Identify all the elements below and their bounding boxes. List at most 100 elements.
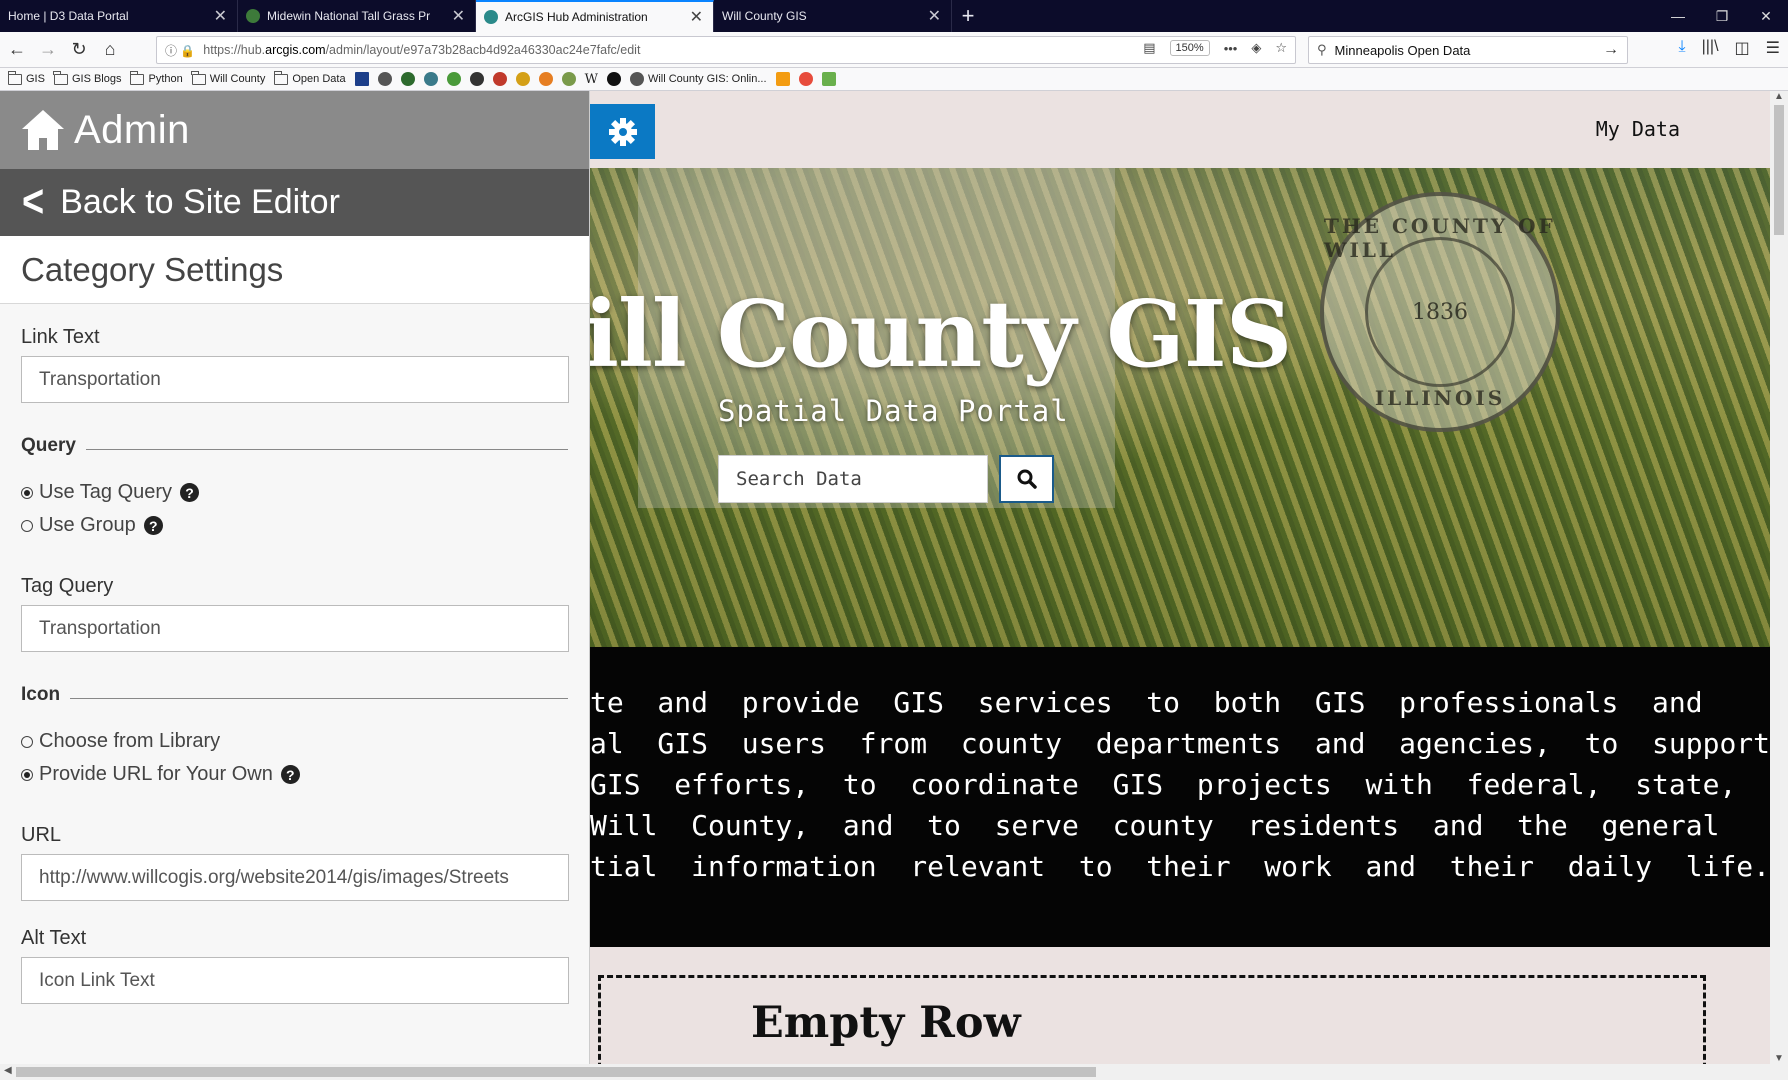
reload-icon[interactable]: ↻ [65,36,93,64]
box-icon[interactable] [775,72,790,86]
site-preview: My Data THE COUNTY OF WILL 1836 ILLINOIS… [590,91,1770,1064]
chevron-left-icon: < [22,176,45,228]
use-group-radio[interactable]: Use Group ? [21,514,568,537]
site-settings-button[interactable] [590,104,655,159]
admin-title: Admin [74,107,190,152]
map-icon[interactable] [423,72,438,86]
folder-icon [53,70,68,85]
forward-icon[interactable]: → [34,36,62,64]
search-bar[interactable]: ⚲ Minneapolis Open Data → [1308,36,1628,64]
radio-selected-icon [21,486,33,499]
scroll-left-icon[interactable]: ◀ [4,1065,12,1076]
use-tag-query-radio[interactable]: Use Tag Query ? [21,481,568,504]
new-tab-button[interactable]: + [952,0,984,32]
search-data-input[interactable]: Search Data [718,455,988,503]
hero-title: ill County GIS [590,280,1292,388]
choose-from-library-radio[interactable]: Choose from Library [21,730,568,753]
admin-side-panel: Admin < Back to Site Editor Category Set… [0,91,590,1064]
tab-title: Midewin National Tall Grass Pr [267,9,431,23]
section-divider [70,697,568,699]
bookmark-folder-gis[interactable]: GIS [7,70,45,85]
globe-icon[interactable] [400,72,415,86]
go-arrow-icon[interactable]: → [1603,41,1619,59]
back-to-site-editor-button[interactable]: < Back to Site Editor [0,169,589,236]
sidebar-icon[interactable]: ◫ [1735,38,1750,58]
window-controls: — ❐ ✕ [1656,0,1788,32]
reader-view-icon[interactable]: ▤ [1143,40,1155,56]
leaf-icon[interactable] [446,72,461,86]
chart-icon[interactable] [821,72,836,86]
minimize-icon[interactable]: — [1656,0,1700,32]
bookmark-folder-gis-blogs[interactable]: GIS Blogs [53,70,121,85]
tab-will-county-gis[interactable]: Will County GIS ✕ [714,0,952,32]
zoom-level[interactable]: 150% [1169,40,1210,56]
close-tab-icon[interactable]: ✕ [928,6,941,26]
horizontal-scrollbar[interactable]: ◀ [0,1064,1788,1080]
help-icon[interactable]: ? [280,765,300,784]
link-text-input[interactable]: Transportation [21,356,569,403]
tab-midewin[interactable]: Midewin National Tall Grass Pr ✕ [238,0,476,32]
tag-query-input[interactable]: Transportation [21,605,569,652]
pin-icon[interactable] [561,72,576,86]
home-icon[interactable]: ⌂ [96,36,124,64]
bookmark-site-icon[interactable] [354,72,369,86]
url-bar[interactable]: ⓘ 🔒 https://hub. arcgis.com/admin/layout/… [156,36,1296,64]
scroll-down-icon[interactable]: ▼ [1774,1053,1784,1064]
globe-icon[interactable] [377,72,392,86]
bookmark-folder-will-county[interactable]: Will County [191,70,265,85]
radio-selected-icon [21,768,33,781]
alt-text-input[interactable]: Icon Link Text [21,957,569,1004]
bookmark-folder-python[interactable]: Python [129,70,183,85]
navigation-bar: ← → ↻ ⌂ ⓘ 🔒 https://hub. arcgis.com/admin… [0,32,1788,68]
close-window-icon[interactable]: ✕ [1744,0,1788,32]
wikipedia-bookmark[interactable]: W [585,72,598,87]
icon-section-heading: Icon [21,684,568,706]
target-icon[interactable] [492,72,507,86]
url-input[interactable]: http://www.willcogis.org/website2014/gis… [21,854,569,901]
category-settings-form: Link Text Transportation Query Use Tag Q… [0,304,589,1004]
search-button[interactable] [999,455,1054,503]
help-icon[interactable]: ? [180,483,200,502]
vertical-scrollbar[interactable]: ▲ ▼ [1770,91,1788,1064]
tab-d3-data-portal[interactable]: Home | D3 Data Portal ✕ [0,0,238,32]
pocket-icon[interactable]: ◈ [1251,40,1261,56]
download-icon[interactable]: ⤓ [1679,38,1686,58]
layers-icon[interactable] [538,72,553,86]
scrollbar-thumb[interactable] [16,1067,1096,1077]
bookmark-will-county-gis-online[interactable]: Will County GIS: Onlin... [629,72,767,86]
section-divider [85,448,568,450]
bird-icon[interactable] [469,72,484,86]
query-section-heading: Query [21,435,568,457]
bookmark-folder-open-data[interactable]: Open Data [273,70,346,85]
url-prefix: https://hub. [203,43,266,57]
my-data-link[interactable]: My Data [1596,117,1680,141]
help-icon[interactable]: ? [143,516,163,535]
site-info-icon[interactable]: ⓘ 🔒 [165,42,195,59]
menu-icon[interactable]: ☰ [1766,38,1780,58]
admin-header[interactable]: Admin [0,91,589,169]
more-actions-icon[interactable]: ••• [1224,41,1238,56]
flipboard-icon[interactable] [798,72,813,86]
close-tab-icon[interactable]: ✕ [452,6,465,26]
about-line: Will County, and to serve county residen… [590,809,1720,842]
sun-icon[interactable] [515,72,530,86]
bookmark-star-icon[interactable]: ☆ [1275,40,1287,56]
close-tab-icon[interactable]: ✕ [214,6,227,26]
library-icon[interactable]: |||\ [1702,38,1719,58]
scroll-up-icon[interactable]: ▲ [1774,91,1784,102]
hero-banner: THE COUNTY OF WILL 1836 ILLINOIS ill Cou… [590,168,1770,647]
tab-arcgis-hub-admin[interactable]: ArcGIS Hub Administration ✕ [476,0,714,32]
scrollbar-thumb[interactable] [1774,105,1784,235]
about-line: te and provide GIS services to both GIS … [590,686,1703,719]
seal-top-text: THE COUNTY OF WILL [1324,214,1556,262]
search-icon [1017,469,1037,489]
provide-url-radio[interactable]: Provide URL for Your Own ? [21,763,568,786]
back-icon[interactable]: ← [3,36,31,64]
github-icon[interactable] [606,72,621,86]
category-settings-title: Category Settings [0,236,589,304]
close-tab-icon[interactable]: ✕ [690,7,703,27]
empty-row-placeholder[interactable]: Empty Row [598,975,1706,1064]
restore-icon[interactable]: ❐ [1700,0,1744,32]
empty-row-label: Empty Row [751,998,1021,1048]
about-line: tial information relevant to their work … [590,850,1770,883]
